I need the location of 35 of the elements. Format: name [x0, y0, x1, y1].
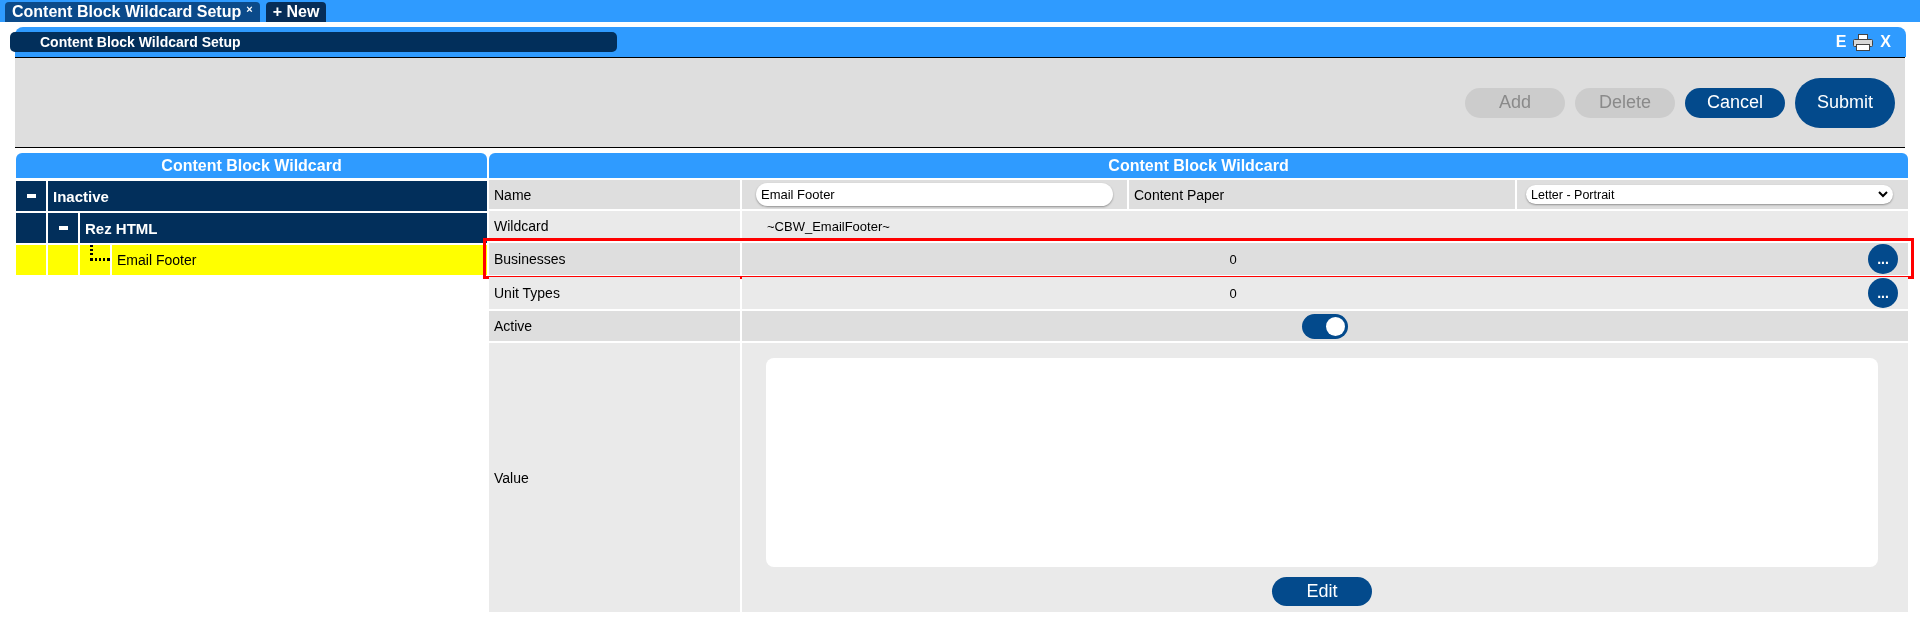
- form-header: Content Block Wildcard: [489, 153, 1908, 178]
- name-input[interactable]: Email Footer: [756, 183, 1113, 206]
- active-toggle[interactable]: [1302, 313, 1348, 339]
- paper-select[interactable]: Letter - Portrait: [1526, 185, 1893, 204]
- toolbar-button[interactable]: Cancel: [1685, 87, 1785, 118]
- field-label: Name: [489, 180, 740, 209]
- field-label: Unit Types: [489, 277, 740, 309]
- count-value: 0: [1228, 285, 1238, 301]
- collapse-icon[interactable]: [58, 226, 68, 230]
- field-label: Businesses: [489, 243, 740, 275]
- close-tab-button[interactable]: ×: [246, 4, 253, 15]
- collapse-icon[interactable]: [26, 194, 36, 198]
- tree-row[interactable]: Inactive: [16, 181, 487, 211]
- more-button[interactable]: ...: [1868, 278, 1898, 308]
- more-button[interactable]: ...: [1868, 244, 1898, 274]
- wildcard-value: ~CBW_EmailFooter~: [742, 211, 1908, 241]
- tab[interactable]: Content Block Wildcard Setup ×: [5, 2, 260, 22]
- chevron-down-icon: [1878, 191, 1888, 198]
- edit-button[interactable]: Edit: [1272, 577, 1372, 606]
- field-label: Value: [489, 343, 740, 612]
- print-icon[interactable]: [1853, 33, 1874, 51]
- tree-connector-icon: [90, 245, 110, 261]
- field-label: Active: [489, 311, 740, 341]
- tree-item-label: Inactive: [53, 187, 109, 205]
- tree-header: Content Block Wildcard: [16, 153, 487, 178]
- panel-title: Content Block Wildcard Setup: [10, 32, 617, 52]
- tab[interactable]: + New: [265, 2, 327, 22]
- field-label: Content Paper: [1129, 180, 1515, 209]
- tree-item-label: Rez HTML: [85, 219, 158, 237]
- field-label: Wildcard: [489, 211, 740, 241]
- tree-item-label: Email Footer: [117, 252, 197, 268]
- toolbar-button[interactable]: Submit: [1795, 77, 1895, 128]
- count-value: 0: [1228, 251, 1238, 267]
- tree-row[interactable]: Email Footer: [16, 245, 487, 275]
- tree-row[interactable]: Rez HTML: [16, 213, 487, 243]
